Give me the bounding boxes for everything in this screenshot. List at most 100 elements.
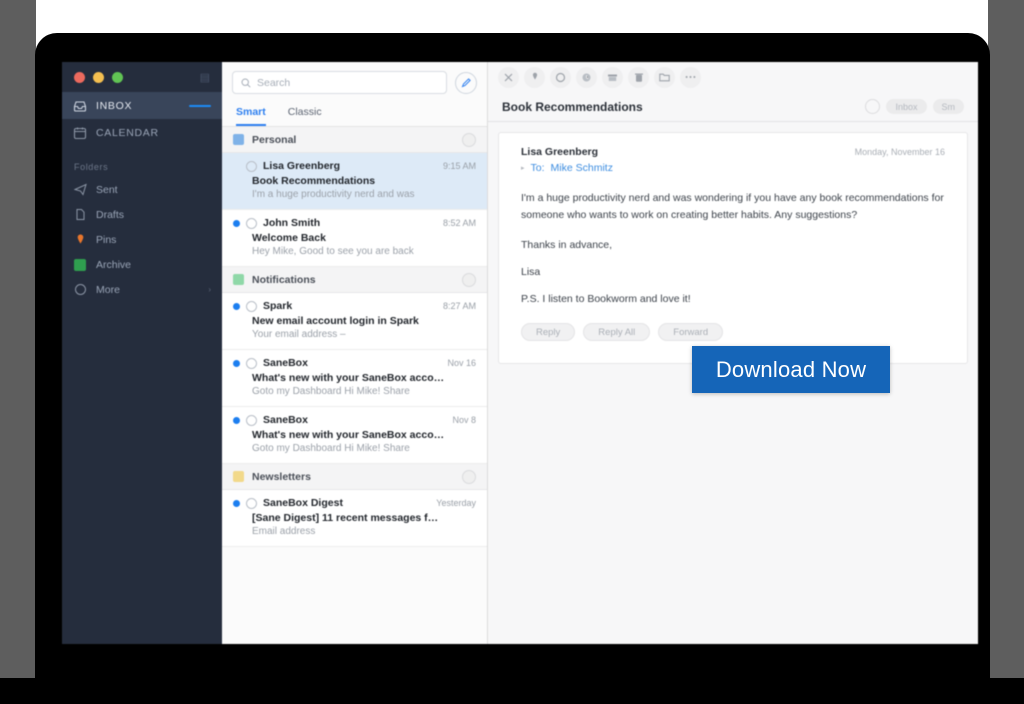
reader-header-actions: Inbox Sm	[865, 99, 964, 114]
zoom-window-button[interactable]	[112, 71, 123, 83]
group-collapse-button[interactable]	[462, 469, 476, 484]
group-header-newsletters[interactable]: Newsletters	[222, 464, 487, 490]
group-label: Personal	[252, 133, 297, 146]
message-postscript: P.S. I listen to Bookworm and love it!	[521, 293, 691, 305]
sidebar-item-more[interactable]: More ›	[62, 277, 222, 302]
forward-button[interactable]: Forward	[658, 323, 724, 341]
group-header-notifications[interactable]: Notifications	[222, 267, 487, 293]
archive-icon	[73, 258, 87, 272]
chevron-right-icon: ›	[208, 285, 211, 294]
email-sender: SaneBox	[263, 414, 308, 426]
sidebar-item-label: CALENDAR	[96, 126, 159, 139]
group-header-personal[interactable]: Personal	[222, 127, 487, 153]
email-preview: Your email address –	[252, 329, 346, 340]
window-traffic-lights: ▤	[62, 62, 222, 92]
group-color-swatch	[233, 274, 244, 285]
chevron-down-icon[interactable]: ▸	[521, 164, 525, 172]
search-input[interactable]: Search	[232, 71, 447, 94]
sidebar-item-drafts[interactable]: Drafts	[62, 202, 222, 227]
email-list-column: Search Smart Classic Personal Lisa Green…	[222, 62, 488, 644]
minimize-window-button[interactable]	[93, 71, 104, 83]
reply-button[interactable]: Reply	[521, 323, 576, 341]
email-sender: SaneBox	[263, 357, 308, 369]
device-bezel-base	[0, 678, 1024, 704]
sidebar-item-archive[interactable]: Archive	[62, 252, 222, 277]
sidebar-item-label: INBOX	[96, 99, 133, 112]
sidebar-item-sent[interactable]: Sent	[62, 177, 222, 202]
list-tabs: Smart Classic	[222, 98, 487, 127]
message-paragraph-1: I'm a huge productivity nerd and was won…	[521, 192, 944, 221]
message-to-prefix: To:	[530, 162, 545, 174]
sidebar-item-calendar[interactable]: CALENDAR	[62, 119, 222, 146]
message-date: Monday, November 16	[854, 147, 945, 157]
group-collapse-button[interactable]	[462, 132, 476, 147]
close-icon[interactable]	[498, 66, 519, 88]
snooze-clock-icon[interactable]	[576, 66, 597, 88]
mailbox-pill[interactable]: Inbox	[886, 99, 927, 114]
email-preview: Goto my Dashboard Hi Mike! Share	[252, 386, 410, 397]
search-icon[interactable]	[865, 99, 881, 114]
email-time: 8:52 AM	[442, 218, 476, 228]
reader-header: Book Recommendations Inbox Sm	[488, 92, 978, 122]
sidebar-item-inbox[interactable]: INBOX	[62, 92, 222, 119]
sidebar-toggle-icon[interactable]: ▤	[200, 71, 210, 84]
more-icon	[73, 283, 87, 297]
more-ellipsis-icon[interactable]	[680, 66, 701, 88]
reply-all-button[interactable]: Reply All	[583, 323, 651, 341]
avatar	[246, 414, 257, 426]
list-item[interactable]: Spark 8:27 AM New email account login in…	[222, 293, 487, 350]
sidebar-item-label: Sent	[96, 183, 118, 196]
archive-icon[interactable]	[602, 66, 623, 88]
message-paragraph-2: Thanks in advance,	[521, 239, 613, 251]
search-row: Search	[222, 62, 487, 98]
unread-dot	[233, 359, 240, 367]
email-sender: John Smith	[263, 217, 321, 229]
download-now-button[interactable]: Download Now	[692, 346, 890, 393]
list-item[interactable]: SaneBox Nov 8 What's new with your SaneB…	[222, 407, 487, 464]
backdrop-right	[988, 0, 1024, 678]
unread-dot	[233, 416, 240, 424]
sidebar: ▤ INBOX CALENDAR Folders Sent Drafts Pin…	[62, 62, 222, 644]
email-time: Nov 16	[447, 358, 476, 368]
sidebar-item-pins[interactable]: Pins	[62, 227, 222, 252]
email-subject: New email account login in Spark	[252, 315, 419, 327]
pin-icon[interactable]	[524, 66, 545, 88]
inbox-unread-badge	[189, 104, 211, 107]
sidebar-item-label: Drafts	[96, 208, 125, 221]
group-label: Notifications	[252, 273, 316, 286]
compose-button[interactable]	[455, 71, 477, 94]
email-subject: Welcome Back	[252, 232, 326, 244]
secondary-pill[interactable]: Sm	[932, 99, 964, 114]
move-to-folder-icon[interactable]	[654, 66, 675, 88]
sidebar-section-folders: Folders	[74, 162, 109, 172]
unread-dot	[233, 499, 240, 507]
trash-icon[interactable]	[628, 66, 649, 88]
avatar	[246, 160, 257, 172]
close-window-button[interactable]	[74, 71, 85, 83]
avatar	[246, 300, 257, 312]
avatar	[246, 497, 257, 509]
message-signature: Lisa	[521, 266, 541, 278]
unread-dot	[233, 219, 240, 227]
email-subject: What's new with your SaneBox acco…	[252, 372, 445, 384]
email-preview: Email address	[252, 526, 316, 537]
page-title: Book Recommendations	[502, 99, 643, 114]
mark-unread-icon[interactable]	[550, 66, 571, 88]
message-to-row[interactable]: ▸ To: Mike Schmitz	[521, 162, 945, 174]
email-time: 8:27 AM	[442, 301, 476, 311]
reader-toolbar	[488, 62, 978, 92]
list-item[interactable]: SaneBox Digest Yesterday [Sane Digest] 1…	[222, 490, 487, 547]
list-item[interactable]: SaneBox Nov 16 What's new with your Sane…	[222, 350, 487, 407]
list-item[interactable]: John Smith 8:52 AM Welcome Back Hey Mike…	[222, 210, 487, 267]
message-recipient[interactable]: Mike Schmitz	[551, 162, 613, 174]
sidebar-item-label: More	[96, 283, 120, 296]
email-list-scroller[interactable]: Personal Lisa Greenberg 9:15 AM Book Rec…	[222, 127, 487, 644]
email-subject: Book Recommendations	[252, 175, 376, 187]
group-collapse-button[interactable]	[462, 272, 476, 287]
list-item[interactable]: Lisa Greenberg 9:15 AM Book Recommendati…	[222, 153, 487, 210]
group-color-swatch	[233, 471, 244, 482]
tab-classic[interactable]: Classic	[288, 102, 322, 126]
tab-smart[interactable]: Smart	[236, 102, 266, 126]
search-placeholder: Search	[257, 76, 291, 89]
search-icon	[241, 77, 251, 88]
